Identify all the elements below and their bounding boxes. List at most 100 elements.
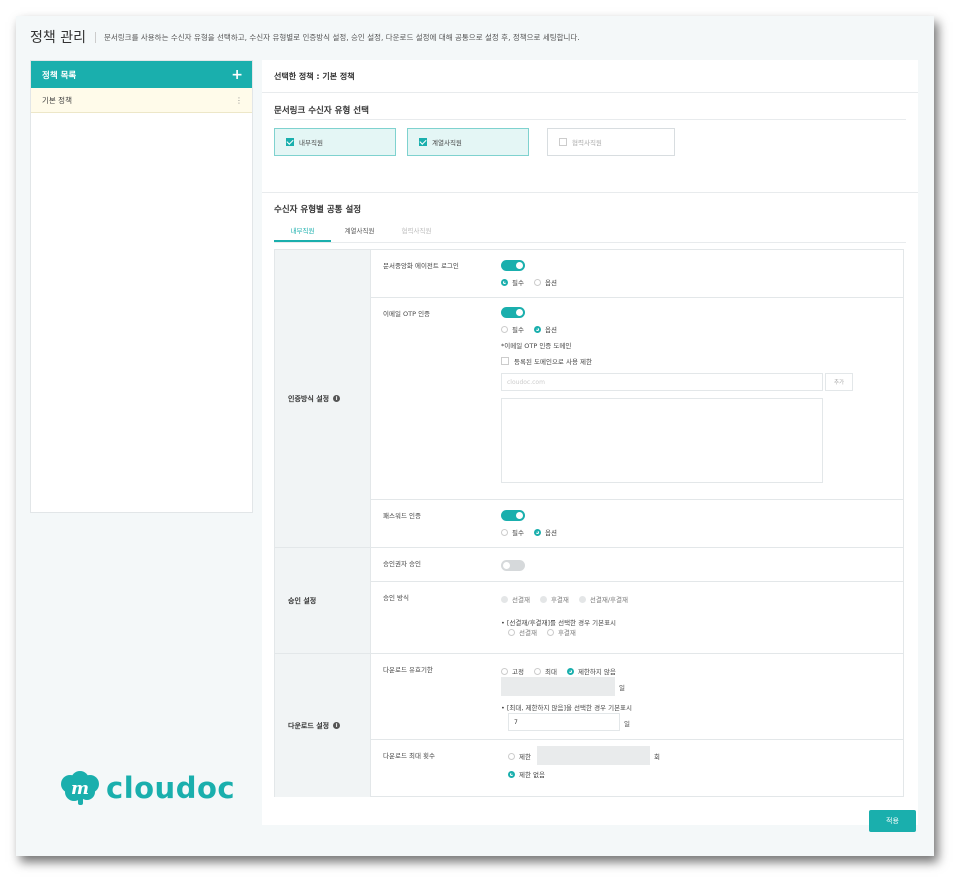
policy-list-title: 정책 목록 <box>42 70 77 81</box>
restrict-domain-option[interactable]: 등록된 도메인으로 사용 제한 <box>501 356 592 366</box>
radio-disabled-icon <box>539 595 547 603</box>
radio-limit[interactable]: 제한 <box>508 751 531 761</box>
email-otp-label: 이메일 OTP 인증 <box>383 310 431 318</box>
section-divider <box>262 192 918 193</box>
checkbox-checked-icon[interactable] <box>419 138 427 146</box>
period-days-input[interactable] <box>501 677 615 696</box>
tab-internal[interactable]: 내부직원 <box>274 222 331 242</box>
approval-method-options: 선결재 후결재 선결재/후결재 <box>501 594 638 604</box>
approval-method-label: 승인 방식 <box>383 594 409 602</box>
radio-empty-icon <box>501 528 508 536</box>
password-toggle[interactable] <box>501 510 525 521</box>
radio-label: 필수 <box>512 529 524 537</box>
radio-no-limit[interactable]: 제한 없음 <box>508 769 545 779</box>
info-icon[interactable]: i <box>333 722 341 729</box>
page-description: 문서링크를 사용하는 수신자 유형을 선택하고, 수신자 유형별로 인증방식 설… <box>103 32 580 42</box>
radio-optional[interactable]: 옵션 <box>533 324 557 334</box>
download-period-options: 고정 최대 제한하지 않음 <box>501 666 626 676</box>
download-count-input[interactable] <box>537 746 650 765</box>
radio-empty-icon <box>546 628 554 636</box>
tab-affiliate[interactable]: 계열사직원 <box>331 222 388 242</box>
radio-label: 선결재 <box>512 596 530 604</box>
selected-policy-label: 선택한 정책 : 기본 정책 <box>274 71 355 81</box>
section-divider <box>274 119 906 120</box>
add-domain-button[interactable]: 추가 <box>825 373 853 391</box>
radio-required[interactable]: 필수 <box>501 527 524 537</box>
app-frame: 정책 관리 문서링크를 사용하는 수신자 유형을 선택하고, 수신자 유형별로 … <box>16 16 934 856</box>
auth-category-cell: 인증방식 설정 i <box>275 250 371 548</box>
cloudoc-logo: m cloudoc <box>58 770 235 806</box>
approval-category-label: 승인 설정 <box>288 596 317 605</box>
svg-text:m: m <box>71 779 89 799</box>
email-otp-row: 이메일 OTP 인증 필수 옵션 *이메일 OTP 인증 도메인 등록된 도메인… <box>371 298 903 500</box>
email-otp-options: 필수 옵션 <box>501 324 567 334</box>
radio-selected-icon <box>501 278 508 286</box>
radio-default-post[interactable]: 후결재 <box>546 627 576 637</box>
radio-pre-approval[interactable]: 선결재 <box>501 594 530 604</box>
radio-empty-icon <box>501 667 508 675</box>
policy-item-label: 기본 정책 <box>42 95 72 105</box>
password-label: 패스워드 인증 <box>383 512 421 520</box>
radio-fixed[interactable]: 고정 <box>501 666 524 676</box>
apply-button[interactable]: 적용 <box>869 810 916 832</box>
agent-login-row: 문서중앙화 에이전트 로그인 필수 옵션 <box>371 250 903 298</box>
info-icon[interactable]: i <box>333 395 341 402</box>
recipient-type-internal[interactable]: 내부직원 <box>274 128 396 156</box>
radio-empty-icon <box>508 752 515 760</box>
domain-list-box[interactable] <box>501 398 823 483</box>
radio-empty-icon <box>501 325 508 333</box>
otp-domain-note: *이메일 OTP 인증 도메인 <box>501 342 572 350</box>
radio-optional[interactable]: 옵션 <box>533 277 557 287</box>
download-count-none-option: 제한 없음 <box>508 769 555 779</box>
recipient-type-title: 문서링크 수신자 유형 선택 <box>274 106 369 116</box>
download-period-label: 다운로드 유효기한 <box>383 666 433 674</box>
radio-disabled-icon <box>501 595 508 603</box>
recipient-type-affiliate[interactable]: 계열사직원 <box>407 128 529 156</box>
radio-post-approval[interactable]: 후결재 <box>539 594 569 604</box>
domain-input[interactable]: cloudoc.com <box>501 373 823 391</box>
radio-unlimited[interactable]: 제한하지 않음 <box>566 666 616 676</box>
radio-label: 후결재 <box>557 629 576 637</box>
radio-max[interactable]: 최대 <box>533 666 557 676</box>
period-default-note: • [최대, 제한하지 않음]을 선택한 경우 기본표시 <box>501 704 633 712</box>
period-default-input[interactable]: 7 <box>508 713 620 731</box>
radio-label: 필수 <box>512 279 524 287</box>
radio-required[interactable]: 필수 <box>501 277 524 287</box>
checkbox-unchecked-icon[interactable] <box>559 138 567 146</box>
radio-label: 제한 없음 <box>519 771 545 779</box>
radio-empty-icon <box>533 667 541 675</box>
radio-empty-icon <box>508 628 515 636</box>
period-default-unit: 일 <box>624 720 630 728</box>
download-category-label: 다운로드 설정 <box>288 721 330 730</box>
password-options: 필수 옵션 <box>501 527 567 537</box>
checkbox-unchecked-icon[interactable] <box>501 357 509 365</box>
approver-toggle[interactable] <box>501 560 525 571</box>
download-count-unit: 회 <box>654 753 660 761</box>
radio-label: 선결재/후결재 <box>589 596 628 604</box>
tab-partner[interactable]: 협력사직원 <box>388 222 445 242</box>
radio-required[interactable]: 필수 <box>501 324 524 334</box>
approval-default-note: • [선결재/후결재]를 선택한 경우 기본표시 <box>501 619 617 627</box>
brain-logo-icon: m <box>61 771 99 805</box>
brand-name: cloudoc <box>106 771 236 805</box>
radio-both-approval[interactable]: 선결재/후결재 <box>578 594 628 604</box>
recipient-type-partner[interactable]: 협력사직원 <box>547 128 675 156</box>
radio-optional[interactable]: 옵션 <box>533 527 557 537</box>
agent-login-options: 필수 옵션 <box>501 277 567 287</box>
radio-label: 제한 <box>519 753 531 761</box>
radio-selected-icon <box>533 528 541 536</box>
header-divider <box>94 31 96 43</box>
checkbox-checked-icon[interactable] <box>286 138 294 146</box>
recipient-type-label: 협력사직원 <box>572 139 602 147</box>
radio-label: 제한하지 않음 <box>577 668 616 676</box>
more-vertical-icon[interactable]: ⋮ <box>235 96 243 105</box>
radio-label: 후결재 <box>550 596 569 604</box>
agent-login-toggle[interactable] <box>501 260 525 271</box>
common-settings-title: 수신자 유형별 공통 설정 <box>274 205 362 215</box>
policy-list-item[interactable]: 기본 정책 ⋮ <box>31 88 252 113</box>
add-policy-icon[interactable]: + <box>231 68 243 82</box>
email-otp-toggle[interactable] <box>501 307 525 318</box>
radio-default-pre[interactable]: 선결재 <box>508 627 537 637</box>
download-count-label: 다운로드 최대 횟수 <box>383 752 435 760</box>
radio-empty-icon <box>533 278 541 286</box>
